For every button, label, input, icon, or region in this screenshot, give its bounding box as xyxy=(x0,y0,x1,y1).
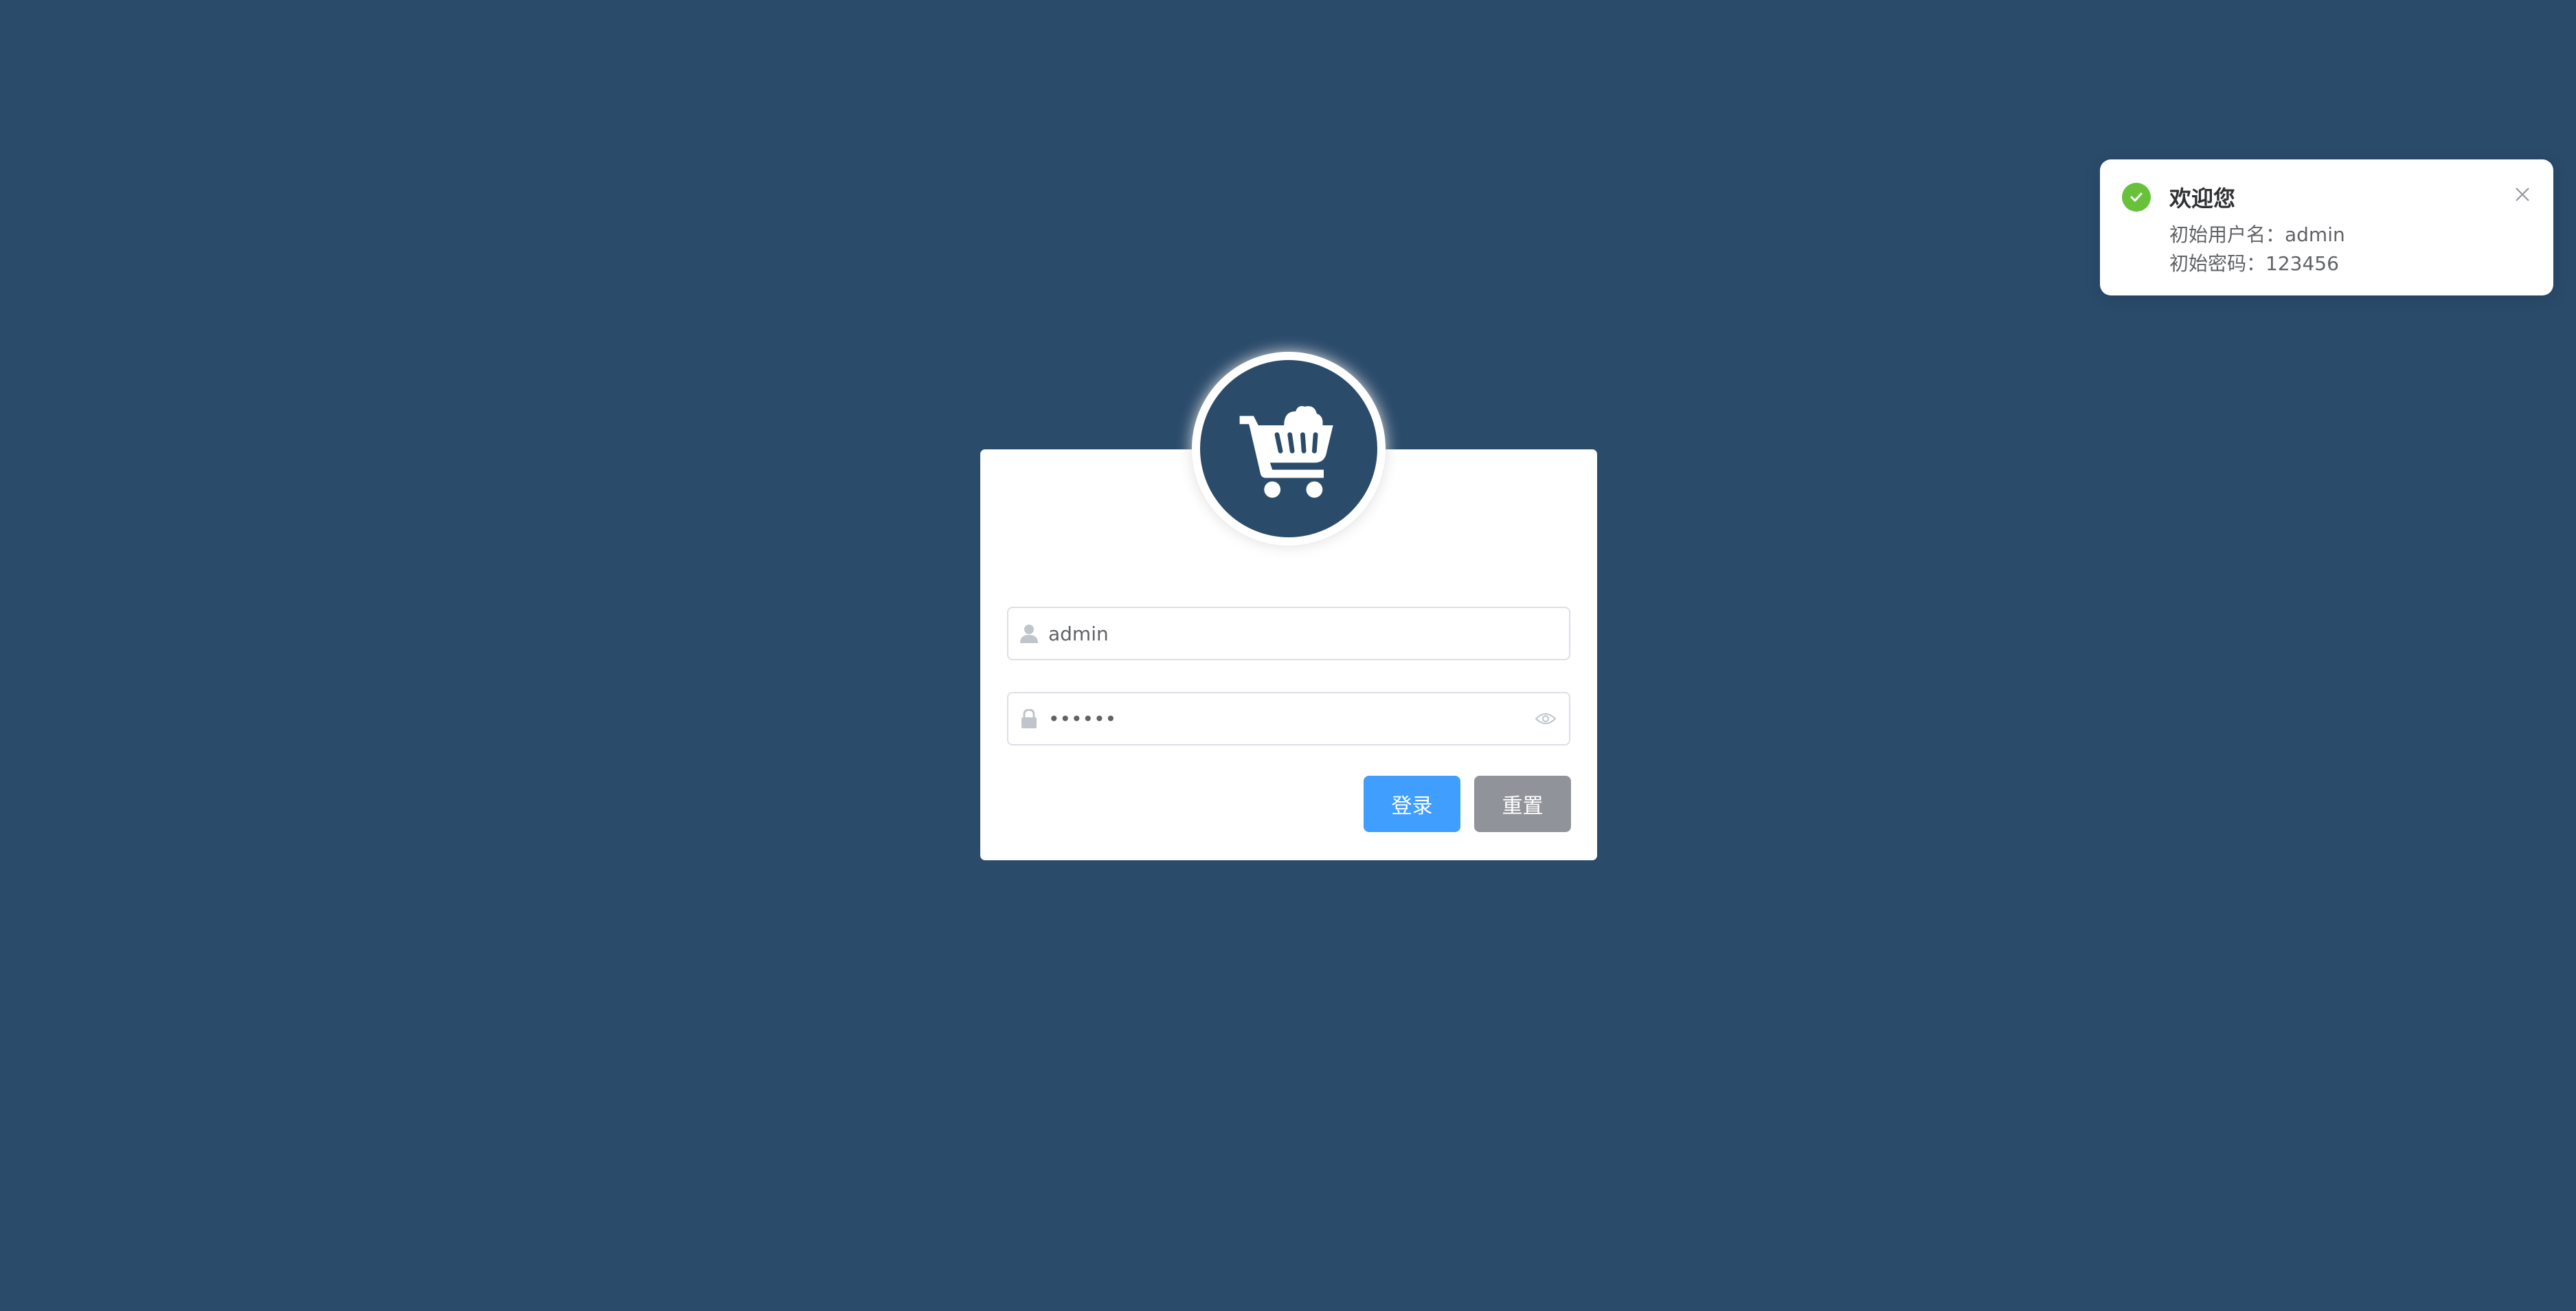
logo xyxy=(1200,360,1377,537)
user-icon xyxy=(1015,608,1043,659)
lock-icon xyxy=(1015,693,1043,744)
login-page: 登录 重置 欢迎您 初始用户名：admin 初始密码：123456 xyxy=(0,0,2576,1311)
reset-button[interactable]: 重置 xyxy=(1474,776,1571,832)
login-button[interactable]: 登录 xyxy=(1364,776,1460,832)
username-field[interactable] xyxy=(1007,607,1570,660)
username-input[interactable] xyxy=(1048,608,1515,659)
eye-icon[interactable] xyxy=(1532,693,1559,744)
avatar xyxy=(1192,352,1386,546)
notification-password-hint: 初始密码：123456 xyxy=(2169,252,2339,275)
shopping-cart-icon xyxy=(1239,405,1333,498)
close-icon[interactable] xyxy=(2512,184,2533,205)
password-input[interactable] xyxy=(1048,693,1515,744)
notification-title: 欢迎您 xyxy=(2169,186,2236,212)
password-field[interactable] xyxy=(1007,692,1570,746)
welcome-notification: 欢迎您 初始用户名：admin 初始密码：123456 xyxy=(2100,159,2553,295)
notification-username-hint: 初始用户名：admin xyxy=(2169,223,2345,246)
check-circle-icon xyxy=(2122,183,2151,212)
